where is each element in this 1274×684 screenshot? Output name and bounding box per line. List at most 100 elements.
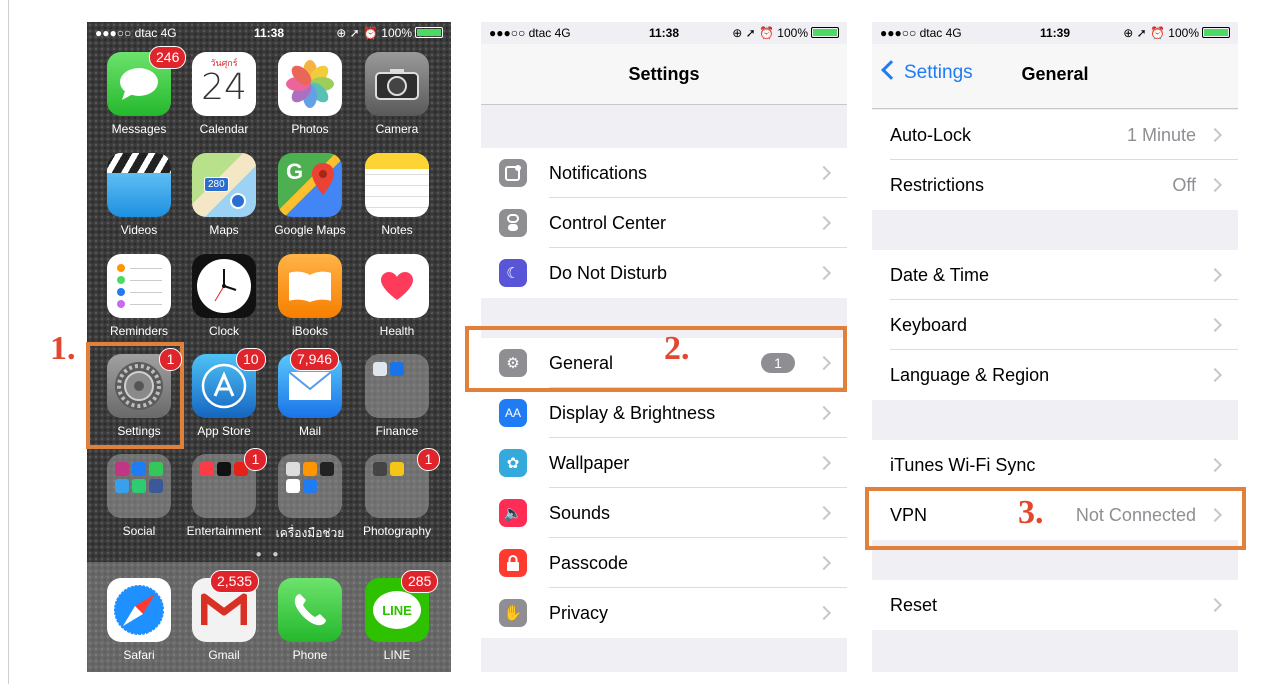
row-label: Auto-Lock	[890, 125, 972, 145]
folder-photography[interactable]: 1 Photography	[357, 448, 440, 538]
row-value: Off	[1172, 175, 1196, 195]
settings-row-do-not-disturb[interactable]: ☾ Do Not Disturb	[481, 248, 847, 298]
battery-icon	[1202, 27, 1230, 38]
app-notes[interactable]: Notes	[357, 153, 437, 237]
app-label: Messages	[111, 122, 167, 136]
settings-row-notifications[interactable]: Notifications	[481, 148, 847, 198]
settings-row-wallpaper[interactable]: ✿ Wallpaper	[481, 438, 847, 488]
photos-icon	[278, 52, 342, 116]
notifications-icon	[499, 159, 527, 187]
page-indicator[interactable]: ● ●	[87, 549, 451, 560]
chevron-right-icon	[1207, 317, 1223, 333]
control-center-icon	[499, 209, 527, 237]
row-label: Control Center	[549, 213, 667, 233]
app-label: Photos	[291, 122, 329, 136]
app-ibooks[interactable]: iBooks	[270, 254, 350, 338]
row-label: iTunes Wi-Fi Sync	[890, 455, 1036, 475]
chevron-right-icon	[1207, 177, 1223, 193]
app-mail[interactable]: 7,946 Mail	[270, 348, 350, 438]
folder-social[interactable]: Social	[99, 454, 179, 538]
app-safari[interactable]: Safari	[99, 578, 179, 662]
general-row-date-time[interactable]: Date & Time	[872, 250, 1238, 300]
app-label: Reminders	[109, 324, 169, 338]
chevron-right-icon	[816, 605, 832, 621]
app-label: Videos	[120, 223, 158, 237]
settings-row-passcode[interactable]: Passcode	[481, 538, 847, 588]
chevron-right-icon	[816, 555, 832, 571]
app-label: App Store	[197, 424, 251, 438]
app-gmail[interactable]: 2,535 Gmail	[184, 570, 264, 662]
app-label: Mail	[298, 424, 321, 438]
app-store-badge: 10	[236, 348, 266, 371]
general-screen: ●●●○○ dtac 4G 11:39 ⊕ ➚ ⏰ 100% Settings …	[872, 22, 1238, 672]
chevron-right-icon	[816, 505, 832, 521]
chevron-right-icon	[816, 405, 832, 421]
gmail-badge: 2,535	[210, 570, 260, 593]
row-label: Keyboard	[890, 315, 968, 335]
app-photos[interactable]: Photos	[270, 52, 350, 136]
settings-row-sounds[interactable]: 🔈 Sounds	[481, 488, 847, 538]
app-health[interactable]: Health	[357, 254, 437, 338]
settings-row-control-center[interactable]: Control Center	[481, 198, 847, 248]
display-icon: AA	[499, 399, 527, 427]
app-label: iBooks	[291, 324, 329, 338]
general-row-itunes-wifi-sync[interactable]: iTunes Wi-Fi Sync	[872, 440, 1238, 490]
general-row-language-region[interactable]: Language & Region	[872, 350, 1238, 400]
app-videos[interactable]: Videos	[99, 153, 179, 237]
page-title: General	[1021, 64, 1089, 84]
mail-badge: 7,946	[290, 348, 340, 371]
chevron-right-icon	[1207, 597, 1223, 613]
app-label: Photography	[362, 524, 432, 538]
app-messages[interactable]: 246 Messages	[99, 46, 187, 136]
speaker-icon: 🔈	[499, 499, 527, 527]
settings-row-display-brightness[interactable]: AA Display & Brightness	[481, 388, 847, 438]
health-icon	[365, 254, 429, 318]
app-label: Calendar	[199, 122, 249, 136]
app-clock[interactable]: Clock	[184, 254, 264, 338]
ibooks-icon	[278, 254, 342, 318]
folder-icon	[107, 454, 171, 518]
app-camera[interactable]: Camera	[357, 52, 437, 136]
general-row-keyboard[interactable]: Keyboard	[872, 300, 1238, 350]
settings-row-privacy[interactable]: ✋ Privacy	[481, 588, 847, 638]
settings-group-1: Notifications Control Center ☾ Do Not Di…	[481, 148, 847, 298]
status-indicators: ⊕ ➚ ⏰ 100%	[732, 26, 839, 40]
entertainment-badge: 1	[244, 448, 267, 471]
row-label: Restrictions	[890, 175, 985, 195]
videos-icon	[107, 153, 171, 217]
calendar-icon: วันศุกร์ 24	[192, 52, 256, 116]
step-1-marker: 1.	[50, 330, 76, 367]
maps-shield: 280	[204, 177, 229, 192]
camera-icon	[365, 52, 429, 116]
app-reminders[interactable]: Reminders	[99, 254, 179, 338]
folder-icon	[365, 354, 429, 418]
row-value: 1 Minute	[1126, 125, 1196, 145]
folder-entertainment[interactable]: 1 Entertainment	[184, 448, 267, 538]
chevron-right-icon	[816, 215, 832, 231]
folder-icon	[278, 454, 342, 518]
line-badge: 285	[401, 570, 439, 593]
app-calendar[interactable]: วันศุกร์ 24 Calendar	[184, 52, 264, 136]
row-label: Language & Region	[890, 365, 1050, 385]
row-label: Reset	[890, 595, 938, 615]
app-app-store[interactable]: 10 App Store	[184, 348, 266, 438]
folder-finance[interactable]: Finance	[357, 354, 437, 438]
folder-tools[interactable]: เครื่องมือช่วย	[270, 454, 350, 543]
row-label: Date & Time	[890, 265, 990, 285]
general-row-restrictions[interactable]: Restrictions Off	[872, 160, 1238, 210]
row-label: Sounds	[549, 503, 611, 523]
app-label: เครื่องมือช่วย	[275, 526, 345, 540]
app-google-maps[interactable]: G Google Maps	[270, 153, 350, 237]
general-group-4: Reset	[872, 580, 1238, 630]
app-label: Notes	[381, 223, 413, 237]
general-group-2: Date & Time Keyboard Language & Region	[872, 250, 1238, 400]
general-row-reset[interactable]: Reset	[872, 580, 1238, 630]
app-maps[interactable]: 280 Maps	[184, 153, 264, 237]
chevron-right-icon	[816, 165, 832, 181]
app-phone[interactable]: Phone	[270, 578, 350, 662]
nav-bar: Settings General	[872, 44, 1238, 109]
general-row-auto-lock[interactable]: Auto-Lock 1 Minute	[872, 110, 1238, 160]
app-line[interactable]: LINE 285 LINE	[357, 570, 439, 662]
row-label: Passcode	[549, 553, 629, 573]
messages-badge: 246	[149, 46, 187, 69]
